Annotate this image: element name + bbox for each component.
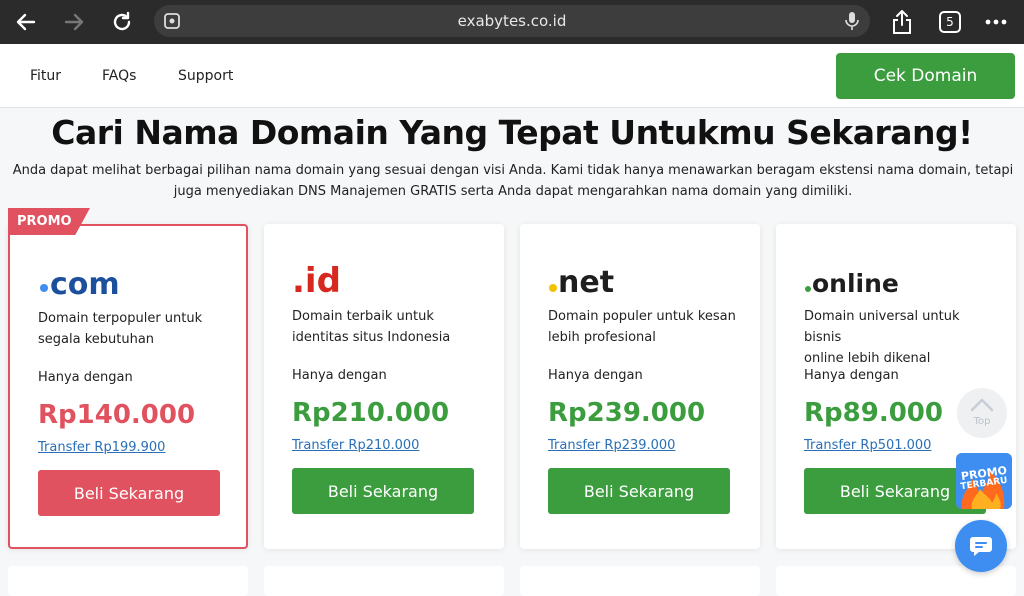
card-description: Domain terbaik untuk identitas situs Ind… bbox=[292, 309, 451, 345]
domain-card-id: .id Domain terbaik untuk identitas situs… bbox=[264, 224, 504, 549]
svg-text:com: com bbox=[50, 267, 120, 302]
chat-button[interactable] bbox=[955, 520, 1007, 572]
next-row-card bbox=[264, 566, 504, 596]
address-bar[interactable]: exabytes.co.id bbox=[154, 5, 870, 37]
nav-link-support[interactable]: Support bbox=[178, 68, 233, 84]
price-label: Hanya dengan bbox=[38, 370, 133, 385]
svg-text:online: online bbox=[812, 269, 899, 298]
card-description: Domain terpopuler untuk segala kebutuhan bbox=[38, 311, 203, 347]
card-price: Rp140.000 bbox=[38, 400, 196, 430]
domain-card-net: net Domain populer untuk kesan lebih pro… bbox=[520, 224, 760, 549]
domain-card-com: com Domain terpopuler untuk segala kebut… bbox=[8, 224, 248, 549]
nav-link-fitur[interactable]: Fitur bbox=[30, 68, 61, 84]
url-text: exabytes.co.id bbox=[457, 12, 567, 30]
buy-now-button[interactable]: Beli Sekarang bbox=[38, 470, 220, 516]
reload-icon[interactable] bbox=[108, 8, 136, 36]
next-row-card bbox=[8, 566, 248, 596]
online-logo-icon: online bbox=[805, 269, 899, 298]
tabs-icon[interactable]: 5 bbox=[936, 8, 964, 36]
price-label: Hanya dengan bbox=[292, 368, 387, 383]
chevron-up-icon bbox=[970, 398, 994, 412]
forward-arrow-icon[interactable] bbox=[60, 8, 88, 36]
promo-ribbon-label: PROMO bbox=[17, 214, 72, 229]
buy-now-button[interactable]: Beli Sekarang bbox=[548, 468, 730, 514]
main-content: Cari Nama Domain Yang Tepat Untukmu Seka… bbox=[0, 108, 1024, 584]
promo-terbaru-badge[interactable]: PROMO TERBARU bbox=[956, 453, 1012, 509]
chat-bubble-icon bbox=[970, 537, 992, 556]
transfer-price-link[interactable]: Transfer Rp239.000 bbox=[548, 438, 675, 453]
more-icon[interactable] bbox=[982, 8, 1010, 36]
browser-toolbar: exabytes.co.id 5 bbox=[0, 0, 1024, 44]
cek-domain-button[interactable]: Cek Domain bbox=[836, 53, 1015, 99]
next-row-card bbox=[520, 566, 760, 596]
site-navbar: Fitur FAQs Support Cek Domain bbox=[0, 44, 1024, 108]
scroll-top-label: Top bbox=[973, 416, 991, 427]
card-price: Rp239.000 bbox=[548, 398, 706, 428]
back-arrow-icon[interactable] bbox=[12, 8, 40, 36]
buy-now-button[interactable]: Beli Sekarang bbox=[292, 468, 474, 514]
price-label: Hanya dengan bbox=[804, 368, 899, 383]
card-description: Domain universal untuk bisnis online leb… bbox=[804, 309, 960, 366]
nav-link-faqs[interactable]: FAQs bbox=[102, 68, 136, 84]
transfer-price-link[interactable]: Transfer Rp210.000 bbox=[292, 438, 419, 453]
card-price: Rp89.000 bbox=[804, 398, 943, 428]
card-price: Rp210.000 bbox=[292, 398, 450, 428]
net-logo-icon: net bbox=[549, 265, 614, 300]
page-title: Cari Nama Domain Yang Tepat Untukmu Seka… bbox=[51, 113, 973, 152]
tab-count: 5 bbox=[939, 11, 961, 33]
svg-text:.id: .id bbox=[292, 261, 341, 300]
transfer-price-link[interactable]: Transfer Rp199.900 bbox=[38, 440, 165, 455]
share-icon[interactable] bbox=[888, 8, 916, 36]
card-description: Domain populer untuk kesan lebih profesi… bbox=[548, 309, 736, 345]
price-label: Hanya dengan bbox=[548, 368, 643, 383]
id-logo-icon: .id bbox=[292, 261, 341, 300]
scroll-top-button[interactable]: Top bbox=[957, 388, 1007, 438]
com-logo-icon: com bbox=[40, 267, 120, 302]
transfer-price-link[interactable]: Transfer Rp501.000 bbox=[804, 438, 931, 453]
svg-text:net: net bbox=[558, 265, 614, 300]
microphone-icon[interactable] bbox=[844, 11, 860, 36]
page-description: Anda dapat melihat berbagai pilihan nama… bbox=[12, 163, 1014, 199]
